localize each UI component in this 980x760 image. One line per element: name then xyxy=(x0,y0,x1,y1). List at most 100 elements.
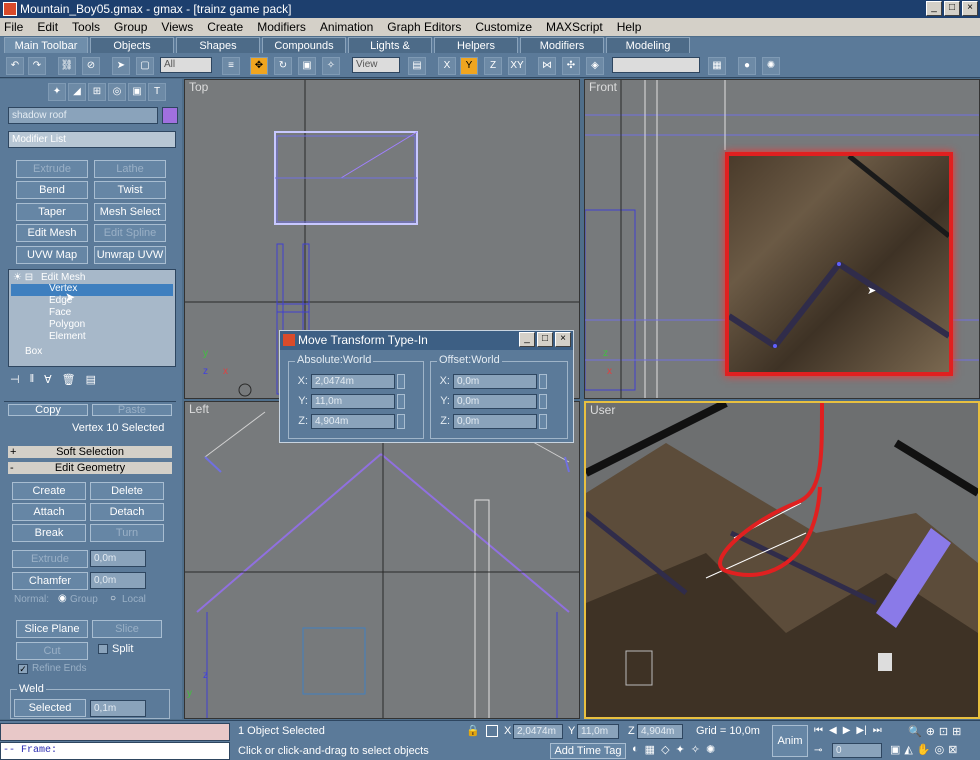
selection-filter-dropdown[interactable]: All xyxy=(160,57,212,73)
named-selection-icon[interactable]: ◈ xyxy=(586,57,604,75)
region-select-icon[interactable]: ▢ xyxy=(136,57,154,75)
lightbulb-icon[interactable]: ☀ ⊟ xyxy=(13,272,33,283)
tab-helpers[interactable]: Helpers xyxy=(434,37,518,53)
absolute-x-input[interactable]: 2,0474m xyxy=(311,373,395,389)
chamfer-button[interactable]: Chamfer xyxy=(12,572,88,590)
maximize-button[interactable]: □ xyxy=(944,1,960,16)
undo-icon[interactable]: ↶ xyxy=(6,57,24,75)
zoom-extents-icon[interactable]: ⊡ xyxy=(939,725,948,738)
tab-lights-cameras[interactable]: Lights & Cameras xyxy=(348,37,432,68)
group-radio-icon[interactable]: ◉ xyxy=(58,593,67,604)
menu-modifiers[interactable]: Modifiers xyxy=(257,20,306,34)
stack-item-polygon[interactable]: Polygon xyxy=(49,319,85,330)
extrude-amount-input[interactable]: 0,0m xyxy=(90,550,146,567)
axis-z-icon[interactable]: Z xyxy=(484,57,502,75)
status-z-input[interactable]: 4,904m xyxy=(637,724,683,739)
user-viewport[interactable]: User xyxy=(584,401,980,719)
material-editor-icon[interactable]: ● xyxy=(738,57,756,75)
unlink-icon[interactable]: ⊘ xyxy=(82,57,100,75)
bend-modifier-button[interactable]: Bend xyxy=(16,181,88,199)
key-mode-icon[interactable]: ⊸ xyxy=(814,745,822,756)
next-frame-icon[interactable]: ▶| xyxy=(856,725,866,736)
close-button[interactable]: × xyxy=(962,1,978,16)
menu-maxscript[interactable]: MAXScript xyxy=(546,20,603,34)
object-color-swatch[interactable] xyxy=(162,107,178,124)
refine-ends-checkbox[interactable]: ✓ xyxy=(18,664,28,674)
pan-icon[interactable]: ✋ xyxy=(917,743,931,756)
absolute-mode-icon[interactable] xyxy=(486,725,498,737)
spinner-snap-icon[interactable]: ✦ xyxy=(676,743,685,756)
frame-prompt[interactable]: -- Frame: xyxy=(0,742,230,760)
turn-button[interactable]: Turn xyxy=(90,524,164,542)
field-of-view-icon[interactable]: ◭ xyxy=(904,743,912,756)
move-icon[interactable]: ✥ xyxy=(250,57,268,75)
axis-y-icon[interactable]: Y xyxy=(460,57,478,75)
align-icon[interactable]: ✣ xyxy=(562,57,580,75)
layer-manager-icon[interactable]: ▦ xyxy=(708,57,726,75)
angle-snap-icon[interactable]: ▦ xyxy=(645,743,655,756)
cut-button[interactable]: Cut xyxy=(16,642,88,660)
twist-modifier-button[interactable]: Twist xyxy=(94,181,166,199)
offset-z-input[interactable]: 0,0m xyxy=(453,413,537,429)
stack-item-face[interactable]: Face xyxy=(49,307,71,318)
show-end-result-icon[interactable]: ‖ xyxy=(30,373,35,386)
select-object-icon[interactable]: ➤ xyxy=(112,57,130,75)
arc-rotate-icon[interactable]: ◎ xyxy=(935,743,945,756)
configure-sets-icon[interactable]: ▤ xyxy=(86,373,96,386)
named-selection-sets-dropdown[interactable] xyxy=(612,57,700,73)
key-filter-icon[interactable]: ✺ xyxy=(706,743,715,756)
modify-panel-icon[interactable]: ◢ xyxy=(68,83,86,101)
absolute-y-input[interactable]: 11,0m xyxy=(311,393,395,409)
copy-button[interactable]: Copy xyxy=(8,404,88,416)
break-button[interactable]: Break xyxy=(12,524,86,542)
select-by-name-icon[interactable]: ≡ xyxy=(222,57,240,75)
remove-modifier-icon[interactable]: 🗑 xyxy=(62,373,76,386)
split-checkbox[interactable] xyxy=(98,644,108,654)
pin-stack-icon[interactable]: ⊣ xyxy=(10,373,20,386)
unwrap-uvw-modifier-button[interactable]: Unwrap UVW xyxy=(94,246,166,264)
status-x-input[interactable]: 2,0474m xyxy=(513,724,563,739)
dialog-close-button[interactable]: × xyxy=(555,332,571,347)
menu-customize[interactable]: Customize xyxy=(475,20,532,34)
reference-coordinate-dropdown[interactable]: View xyxy=(352,57,400,73)
previous-frame-icon[interactable]: ◀ xyxy=(829,725,837,736)
object-name-input[interactable]: shadow roof xyxy=(8,107,158,124)
region-zoom-icon[interactable]: ▣ xyxy=(890,743,900,756)
dialog-maximize-button[interactable]: □ xyxy=(537,332,553,347)
status-y-input[interactable]: 11,0m xyxy=(577,724,619,739)
absolute-y-spinner[interactable] xyxy=(397,393,405,409)
selection-set-icon[interactable]: ✧ xyxy=(691,743,700,756)
extrude-button[interactable]: Extrude xyxy=(12,550,88,568)
soft-selection-rollout[interactable]: Soft Selection xyxy=(8,446,172,458)
create-panel-icon[interactable]: ✦ xyxy=(48,83,66,101)
display-panel-icon[interactable]: ▣ xyxy=(128,83,146,101)
motion-panel-icon[interactable]: ◎ xyxy=(108,83,126,101)
absolute-x-spinner[interactable] xyxy=(397,373,405,389)
delete-button[interactable]: Delete xyxy=(90,482,164,500)
redo-icon[interactable]: ↷ xyxy=(28,57,46,75)
edit-spline-modifier-button[interactable]: Edit Spline xyxy=(94,224,166,242)
slice-plane-button[interactable]: Slice Plane xyxy=(16,620,88,638)
offset-x-spinner[interactable] xyxy=(539,373,547,389)
percent-snap-icon[interactable]: ◇ xyxy=(661,743,669,756)
offset-z-spinner[interactable] xyxy=(539,413,547,429)
make-unique-icon[interactable]: ∀ xyxy=(44,373,52,386)
stack-item-box[interactable]: Box xyxy=(25,346,42,357)
snap-toggle-icon[interactable]: ◐ xyxy=(632,743,639,756)
paste-button[interactable]: Paste xyxy=(92,404,172,416)
manipulate-icon[interactable]: ✧ xyxy=(322,57,340,75)
mirror-icon[interactable]: ⋈ xyxy=(538,57,556,75)
create-button[interactable]: Create xyxy=(12,482,86,500)
stack-item-edit-mesh[interactable]: Edit Mesh xyxy=(41,272,85,283)
menu-tools[interactable]: Tools xyxy=(72,20,100,34)
maxscript-listener-mini[interactable] xyxy=(0,723,230,741)
absolute-z-input[interactable]: 4,904m xyxy=(311,413,395,429)
menu-file[interactable]: File xyxy=(4,20,23,34)
tab-modeling[interactable]: Modeling xyxy=(606,37,690,53)
weld-selected-button[interactable]: Selected xyxy=(14,699,86,717)
menu-animation[interactable]: Animation xyxy=(320,20,373,34)
render-icon[interactable]: ✺ xyxy=(762,57,780,75)
lock-selection-icon[interactable]: 🔒 xyxy=(466,724,480,737)
add-time-tag-button[interactable]: Add Time Tag xyxy=(550,743,626,759)
go-to-start-icon[interactable]: ⏮ xyxy=(814,725,823,736)
